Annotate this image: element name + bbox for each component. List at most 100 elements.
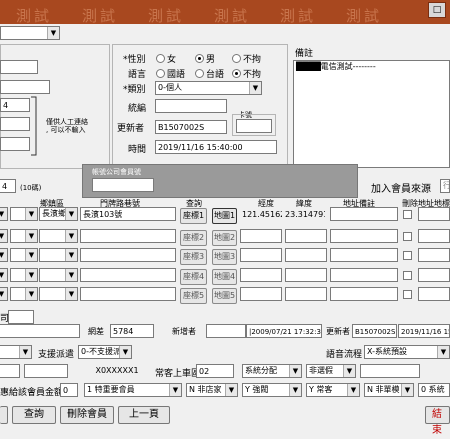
left-field-2[interactable]	[0, 80, 50, 94]
region-field[interactable]: 02	[196, 364, 234, 378]
source-label: 加入會員來源	[371, 184, 431, 195]
updater-label-2: 更新者	[326, 327, 350, 336]
top-dropdown[interactable]: ▼	[0, 26, 60, 40]
gender-any-label: 不拘	[243, 55, 262, 65]
bonus-amount-input[interactable]: 0	[60, 383, 78, 397]
single-select[interactable]: N 非單模 ▼	[364, 383, 414, 397]
gender-any-radio[interactable]	[232, 54, 241, 63]
addr-note-input[interactable]	[330, 268, 398, 282]
delete-address-checkbox[interactable]	[403, 290, 412, 299]
vip-select[interactable]: 1 特重要會員 ▼	[84, 383, 182, 397]
language-taiwanese-radio[interactable]	[195, 69, 204, 78]
addr-note-input[interactable]	[330, 229, 398, 243]
map-button[interactable]: 地圖4	[212, 269, 237, 285]
delete-address-checkbox[interactable]	[403, 210, 412, 219]
district-select[interactable]: ▼	[10, 287, 38, 301]
hint-select[interactable]: Y 強閥 ▼	[242, 383, 302, 397]
city-select[interactable]: ▼	[0, 207, 8, 221]
city-select[interactable]: ▼	[0, 248, 8, 262]
tax-id-input[interactable]	[155, 99, 227, 113]
region-extra-input[interactable]	[360, 364, 420, 378]
remarks-label: 備註	[295, 49, 314, 59]
district-select[interactable]: ▼	[10, 207, 38, 221]
delete-address-checkbox[interactable]	[403, 271, 412, 280]
landmark-input[interactable]	[418, 287, 450, 301]
district-select[interactable]: ▼	[10, 248, 38, 262]
township-select[interactable]: 長濱鄉 ▼	[39, 207, 78, 221]
map-button[interactable]: 地圖3	[212, 249, 237, 265]
city-select[interactable]: ▼	[0, 287, 8, 301]
language-any-radio[interactable]	[232, 69, 241, 78]
chevron-down-icon: ▼	[347, 384, 359, 396]
billing-input[interactable]	[92, 178, 154, 192]
regular-select[interactable]: Y 常客 ▼	[306, 383, 360, 397]
landmark-input[interactable]	[418, 268, 450, 282]
coord-button[interactable]: 座標1	[180, 208, 207, 224]
map-button[interactable]: 地圖1	[212, 208, 237, 224]
district-select[interactable]: ▼	[10, 268, 38, 282]
addr-note-input[interactable]	[330, 287, 398, 301]
language-any-label: 不拘	[243, 70, 262, 80]
dist-select[interactable]: 系統分配 ▼	[242, 364, 302, 378]
region-left-input[interactable]	[0, 364, 20, 378]
fragment-input[interactable]	[8, 310, 34, 324]
chevron-down-icon: ▼	[0, 249, 7, 261]
meta-input[interactable]	[0, 324, 80, 338]
lng-field	[240, 229, 282, 243]
not-spec-select[interactable]: 非選假 ▼	[306, 364, 356, 378]
shop-select[interactable]: N 非店家 ▼	[186, 383, 238, 397]
prev-page-button[interactable]: 上一頁	[118, 406, 170, 424]
landmark-input[interactable]	[418, 229, 450, 243]
addr-note-input[interactable]	[330, 248, 398, 262]
maximize-button[interactable]: □	[428, 2, 446, 18]
chevron-down-icon: ▼	[65, 249, 77, 261]
dispatch-left-select[interactable]: ▼	[0, 345, 32, 359]
street-input[interactable]	[80, 287, 176, 301]
delete-address-checkbox[interactable]	[403, 251, 412, 260]
left-field-3[interactable]	[0, 117, 30, 131]
source-select[interactable]: 行	[440, 179, 450, 193]
left-field-1[interactable]	[0, 60, 38, 74]
city-select[interactable]: ▼	[0, 268, 8, 282]
region-left-input-2[interactable]	[24, 364, 68, 378]
street-input[interactable]	[80, 229, 176, 243]
coord-button[interactable]: 座標3	[180, 249, 207, 265]
language-mandarin-radio[interactable]	[156, 69, 165, 78]
web-field: 5784	[110, 324, 154, 338]
left-field-4[interactable]	[0, 137, 30, 151]
card-no-input[interactable]	[236, 119, 272, 133]
landmark-input[interactable]	[418, 248, 450, 262]
remarks-textarea[interactable]: ████電信測試--------	[293, 60, 450, 168]
map-button[interactable]: 地圖2	[212, 230, 237, 246]
time-field: 2019/11/16 15:40:00	[155, 140, 277, 154]
addr-note-input[interactable]	[330, 207, 398, 221]
coord-button[interactable]: 座標4	[180, 269, 207, 285]
category-select[interactable]: 0-個人 ▼	[155, 81, 262, 95]
township-select[interactable]: ▼	[39, 268, 78, 282]
street-input[interactable]	[80, 248, 176, 262]
member-count-field[interactable]: 4	[0, 179, 16, 193]
coord-button[interactable]: 座標5	[180, 288, 207, 304]
support-dispatch-select[interactable]: 0-不支援派 ▼	[78, 345, 132, 359]
street-input[interactable]	[80, 268, 176, 282]
township-select[interactable]: ▼	[39, 287, 78, 301]
left-field-number[interactable]: 4	[0, 98, 30, 112]
township-select[interactable]: ▼	[39, 229, 78, 243]
street-input[interactable]: 長濱103號	[80, 207, 176, 221]
district-select[interactable]: ▼	[10, 229, 38, 243]
query-button[interactable]: 查詢	[12, 406, 56, 424]
map-button[interactable]: 地圖5	[212, 288, 237, 304]
close-button[interactable]: 結束	[425, 406, 450, 436]
township-select[interactable]: ▼	[39, 248, 78, 262]
gender-female-radio[interactable]	[156, 54, 165, 63]
watermark-text: 測試	[82, 7, 119, 25]
landmark-input[interactable]	[418, 207, 450, 221]
gender-male-radio[interactable]	[195, 54, 204, 63]
voice-flow-select[interactable]: X-系統預設 ▼	[364, 345, 450, 359]
left-partial-button[interactable]	[0, 406, 8, 424]
coord-button[interactable]: 座標2	[180, 230, 207, 246]
city-select[interactable]: ▼	[0, 229, 8, 243]
delete-address-checkbox[interactable]	[403, 232, 412, 241]
delete-member-button[interactable]: 刪除會員	[60, 406, 114, 424]
sys-select[interactable]: 0 系統	[418, 383, 450, 397]
